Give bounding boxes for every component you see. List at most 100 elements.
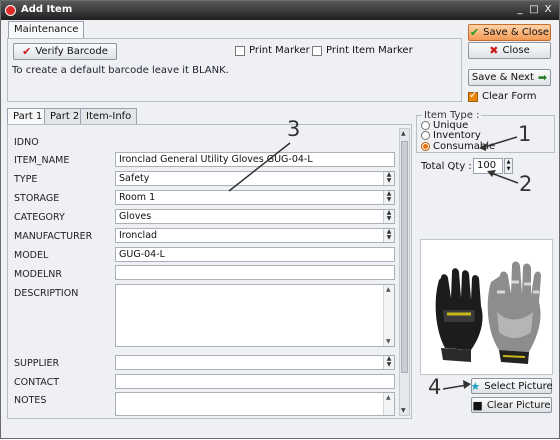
radio-consumable-label: Consumable	[433, 141, 496, 152]
type-value: Safety	[119, 173, 150, 184]
print-item-marker-label: Print Item Marker	[326, 45, 413, 56]
trash-icon: ■	[472, 398, 483, 412]
radio-circle-selected[interactable]	[421, 142, 430, 151]
updown-icon[interactable]: ▲ ▼	[383, 356, 394, 369]
supplier-combo[interactable]: ▲ ▼	[115, 355, 395, 370]
supplier-label: SUPPLIER	[14, 358, 60, 369]
tab-item-info[interactable]: Item-Info	[80, 108, 138, 125]
close-button[interactable]: ✖ Close	[468, 42, 551, 59]
maximize-button[interactable]: □	[528, 3, 540, 17]
tab-maintenance[interactable]: Maintenance	[8, 21, 85, 38]
annotation-2: 2	[519, 172, 533, 196]
clear-picture-label: Clear Picture	[486, 399, 551, 411]
scroll-thumb[interactable]	[401, 141, 408, 373]
app-icon	[5, 5, 16, 16]
notes-memo[interactable]: ▲	[115, 392, 395, 416]
updown-icon[interactable]: ▲ ▼	[383, 191, 394, 204]
idno-label: IDNO	[14, 137, 39, 148]
annotation-3: 3	[287, 117, 301, 141]
category-combo[interactable]: Gloves ▲ ▼	[115, 209, 395, 224]
storage-combo[interactable]: Room 1 ▲ ▼	[115, 190, 395, 205]
print-item-marker-checkbox[interactable]: Print Item Marker	[312, 45, 413, 56]
minimize-button[interactable]: _	[514, 3, 526, 17]
print-marker-checkbox[interactable]: Print Marker	[235, 45, 310, 56]
save-next-label: Save & Next	[471, 72, 534, 83]
scroll-up-icon[interactable]: ▲	[386, 286, 391, 293]
model-field[interactable]: GUG-04-L	[115, 247, 395, 262]
notes-label: NOTES	[14, 395, 47, 406]
description-scrollbar[interactable]: ▲ ▼	[383, 285, 394, 346]
close-window-button[interactable]: X	[542, 3, 554, 17]
scroll-down-icon[interactable]: ▼	[401, 407, 406, 414]
select-picture-label: Select Picture	[484, 380, 553, 392]
radio-consumable[interactable]: Consumable	[421, 141, 495, 152]
modelnr-label: MODELNR	[14, 269, 62, 280]
category-label: CATEGORY	[14, 212, 65, 223]
type-label: TYPE	[14, 174, 38, 185]
annotation-4: 4	[428, 375, 442, 399]
item-name-label: ITEM_NAME	[14, 155, 70, 166]
save-next-button[interactable]: Save & Next ➡	[468, 69, 551, 86]
item-picture	[420, 239, 553, 375]
clear-picture-button[interactable]: ■ Clear Picture	[471, 397, 552, 413]
scroll-down-icon[interactable]: ▼	[386, 338, 391, 345]
close-label: Close	[502, 45, 530, 56]
print-marker-box[interactable]	[235, 45, 245, 56]
scroll-up-icon[interactable]: ▲	[386, 394, 391, 401]
item-name-field[interactable]: Ironclad General Utility Gloves GUG-04-L	[115, 152, 395, 167]
category-value: Gloves	[119, 211, 152, 222]
updown-icon[interactable]: ▲ ▼	[383, 172, 394, 185]
manufacturer-combo[interactable]: Ironclad ▲ ▼	[115, 228, 395, 243]
updown-icon[interactable]: ▲ ▼	[383, 229, 394, 242]
radio-inventory-label: Inventory	[433, 130, 481, 141]
arrow-2	[490, 172, 519, 184]
tab-part-1[interactable]: Part 1	[7, 108, 49, 125]
verify-barcode-button[interactable]: ✔ Verify Barcode	[13, 43, 117, 60]
scroll-up-icon[interactable]: ▲	[401, 130, 406, 137]
manufacturer-label: MANUFACTURER	[14, 231, 93, 242]
annotation-1: 1	[518, 122, 532, 146]
spin-up-icon[interactable]: ▲	[507, 159, 511, 165]
storage-label: STORAGE	[14, 193, 60, 204]
print-marker-label: Print Marker	[249, 45, 310, 56]
model-label: MODEL	[14, 250, 49, 261]
gloves-picture	[435, 261, 541, 364]
save-close-label: Save & Close	[483, 27, 550, 38]
notes-scrollbar[interactable]: ▲	[383, 393, 394, 415]
total-qty-label: Total Qty :	[421, 161, 472, 172]
form-scrollbar[interactable]: ▲ ▼	[399, 128, 410, 416]
maintenance-panel: ✔ Verify Barcode Print Marker Print Item…	[7, 38, 462, 102]
clear-form-box[interactable]	[468, 90, 478, 102]
save-close-button[interactable]: ✔ Save & Close	[468, 24, 551, 41]
contact-field[interactable]	[115, 374, 395, 389]
item-type-group: Item Type : Unique Inventory Consumable	[416, 110, 555, 153]
total-qty-input[interactable]: 100	[473, 158, 503, 174]
clear-form-label: Clear Form	[482, 91, 537, 102]
radio-circle[interactable]	[421, 131, 430, 140]
checkmark-icon: ✔	[22, 45, 32, 58]
next-arrow-icon: ➡	[537, 71, 548, 84]
clear-form-checkbox[interactable]: Clear Form	[468, 90, 537, 102]
type-combo[interactable]: Safety ▲ ▼	[115, 171, 395, 186]
title-bar: Add Item _ □ X	[1, 1, 559, 20]
radio-inventory[interactable]: Inventory	[421, 130, 481, 141]
print-item-marker-box[interactable]	[312, 45, 322, 56]
manufacturer-value: Ironclad	[119, 230, 158, 241]
radio-circle[interactable]	[421, 121, 430, 130]
person-icon: ★	[470, 379, 481, 393]
qty-spinner[interactable]: ▲ ▼	[504, 158, 513, 174]
contact-label: CONTACT	[14, 377, 60, 388]
checkmark-icon: ✔	[469, 26, 480, 39]
arrow-4	[442, 384, 468, 390]
window-title: Add Item	[21, 4, 73, 15]
modelnr-field[interactable]	[115, 265, 395, 280]
select-picture-button[interactable]: ★ Select Picture	[470, 378, 553, 394]
storage-value: Room 1	[119, 192, 156, 203]
description-label: DESCRIPTION	[14, 288, 79, 299]
updown-icon[interactable]: ▲ ▼	[383, 210, 394, 223]
spin-down-icon[interactable]: ▼	[507, 166, 511, 172]
description-memo[interactable]: ▲ ▼	[115, 284, 395, 347]
barcode-hint: To create a default barcode leave it BLA…	[12, 65, 229, 76]
verify-barcode-label: Verify Barcode	[35, 46, 108, 57]
close-icon: ✖	[489, 44, 499, 57]
